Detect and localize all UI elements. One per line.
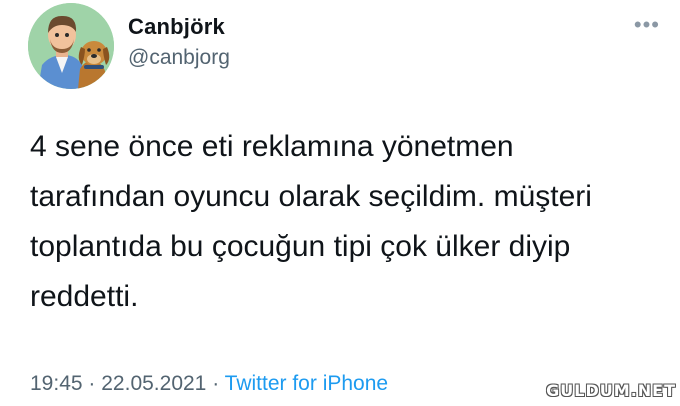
tweet-text-line: reddetti.	[30, 280, 139, 313]
tweet-date[interactable]: 22.05.2021	[101, 372, 206, 395]
meta-separator: ·	[212, 372, 220, 395]
meta-separator: ·	[88, 372, 96, 395]
tweet-meta: 19:45 · 22.05.2021 · Twitter for iPhone	[30, 372, 388, 396]
more-horizontal-icon[interactable]: •••	[634, 14, 660, 36]
tweet-text: 4 sene önce eti reklamına yönetmen taraf…	[30, 122, 592, 322]
tweet-text-line: tarafından oyuncu olarak seçildim. müşte…	[30, 180, 592, 213]
display-name[interactable]: Canbjörk	[128, 14, 225, 40]
watermark: GULDUM.NET	[546, 381, 676, 400]
tweet-source-link[interactable]: Twitter for iPhone	[225, 372, 388, 395]
tweet-text-line: toplantıda bu çocuğun tipi çok ülker diy…	[30, 230, 571, 263]
tweet-text-line: 4 sene önce eti reklamına yönetmen	[30, 130, 514, 163]
tweet-time[interactable]: 19:45	[30, 372, 83, 395]
handle[interactable]: @canbjorg	[128, 46, 230, 70]
avatar-illustration	[28, 3, 114, 89]
avatar[interactable]	[28, 3, 114, 89]
tweet-card: Canbjörk @canbjorg ••• 4 sene önce eti r…	[0, 0, 680, 406]
